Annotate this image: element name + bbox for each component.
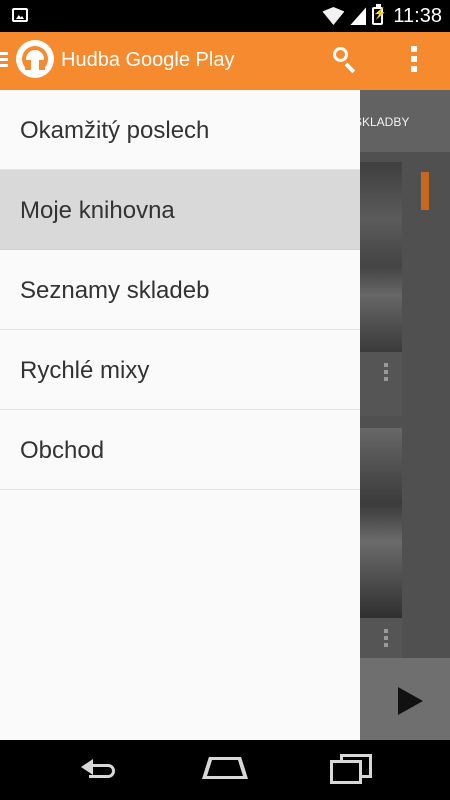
drawer-item-label: Moje knihovna — [20, 197, 175, 224]
album-art[interactable] — [360, 162, 402, 352]
home-icon[interactable] — [202, 757, 248, 779]
tab-skladby-label: SKLADBY — [360, 115, 410, 129]
drawer-item-obchod[interactable]: Obchod — [0, 410, 360, 490]
app-bar: Hudba Google Play — [0, 32, 450, 90]
drawer-item-label: Seznamy skladeb — [20, 277, 210, 304]
drawer-item-label: Rychlé mixy — [20, 357, 150, 384]
status-time: 11:38 — [393, 4, 442, 27]
drawer-item-label: Okamžitý poslech — [20, 117, 210, 144]
drawer-item-okamzity-poslech[interactable]: Okamžitý poslech — [0, 90, 360, 170]
tab-skladby-partial[interactable]: SKLADBY — [360, 115, 420, 129]
back-icon[interactable] — [78, 757, 122, 781]
drawer-item-label: Obchod — [20, 437, 105, 464]
album-menu-icon[interactable] — [384, 363, 388, 381]
image-notification-icon — [12, 8, 28, 22]
search-icon[interactable] — [331, 46, 353, 68]
drawer-item-rychle-mixy[interactable]: Rychlé mixy — [0, 330, 360, 410]
album-card-footer — [360, 352, 402, 416]
album-art[interactable] — [360, 428, 402, 618]
signal-icon — [350, 7, 367, 25]
battery-charging-icon — [372, 4, 387, 25]
status-indicators: 11:38 — [322, 4, 442, 27]
headphones-icon[interactable] — [16, 40, 54, 78]
album-menu-icon[interactable] — [384, 629, 388, 647]
app-title: Hudba Google Play — [61, 49, 235, 71]
more-vert-icon[interactable] — [411, 46, 417, 74]
navigation-drawer: Okamžitý poslech Moje knihovna Seznamy s… — [0, 90, 360, 740]
system-navigation-bar — [0, 740, 450, 800]
play-icon[interactable] — [398, 687, 423, 715]
accent-indicator — [421, 172, 429, 210]
drawer-item-seznamy-skladeb[interactable]: Seznamy skladeb — [0, 250, 360, 330]
status-bar: 11:38 — [0, 0, 450, 32]
drawer-toggle-icon[interactable] — [0, 52, 8, 68]
recents-icon[interactable] — [330, 754, 374, 784]
drawer-item-moje-knihovna[interactable]: Moje knihovna — [0, 170, 360, 250]
wifi-icon — [322, 7, 344, 25]
